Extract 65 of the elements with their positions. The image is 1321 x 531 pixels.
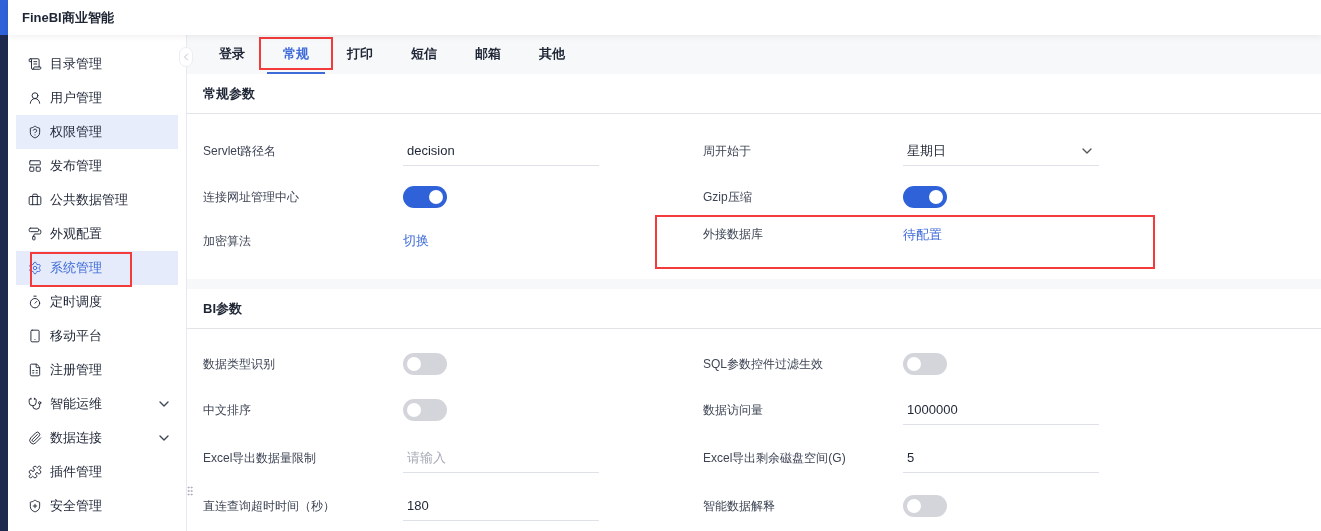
field-label: 加密算法 bbox=[203, 233, 252, 250]
tab[interactable]: 打印 bbox=[331, 35, 389, 74]
toggle-switch[interactable] bbox=[903, 353, 947, 375]
field-label: 直连查询超时时间（秒） bbox=[203, 498, 336, 515]
app-title: FineBI商业智能 bbox=[22, 8, 114, 27]
tab[interactable]: 短信 bbox=[395, 35, 453, 74]
input-field[interactable]: 180 bbox=[403, 491, 599, 521]
collapse-button[interactable] bbox=[179, 47, 193, 67]
toggle-switch[interactable] bbox=[903, 495, 947, 517]
link[interactable]: 待配置 bbox=[903, 225, 942, 245]
register-icon bbox=[28, 363, 42, 377]
field-label: 智能数据解释 bbox=[703, 498, 776, 515]
toggle-switch[interactable] bbox=[403, 186, 447, 208]
section-title: 常规参数 bbox=[203, 84, 255, 103]
drag-handle-icon[interactable] bbox=[184, 485, 196, 497]
timer-icon bbox=[28, 295, 42, 309]
field-label: 外接数据库 bbox=[703, 226, 764, 243]
field-label: Servlet路径名 bbox=[203, 143, 278, 160]
list-icon bbox=[28, 57, 42, 71]
puzzle-icon bbox=[28, 465, 42, 479]
phone-icon bbox=[28, 329, 42, 343]
sidebar-item[interactable]: 注册管理 bbox=[16, 353, 178, 387]
field-label: 中文排序 bbox=[203, 402, 252, 419]
select-field[interactable]: 星期日 bbox=[903, 136, 1099, 166]
sidebar-item[interactable]: 目录管理 bbox=[16, 47, 178, 81]
toggle-switch[interactable] bbox=[403, 353, 447, 375]
sidebar-item[interactable]: 系统管理 bbox=[16, 251, 178, 285]
sidebar-item[interactable]: 发布管理 bbox=[16, 149, 178, 183]
tab[interactable]: 其他 bbox=[523, 35, 581, 74]
stethoscope-icon bbox=[28, 397, 42, 411]
field-label: 周开始于 bbox=[703, 143, 752, 160]
sidebar-item[interactable]: 外观配置 bbox=[16, 217, 178, 251]
toggle-switch[interactable] bbox=[903, 186, 947, 208]
input-field[interactable]: 1000000 bbox=[903, 395, 1099, 425]
sidebar-item[interactable]: 公共数据管理 bbox=[16, 183, 178, 217]
field-label: 数据类型识别 bbox=[203, 356, 276, 373]
shield-icon bbox=[28, 125, 42, 139]
field-label: 连接网址管理中心 bbox=[203, 189, 300, 206]
shield-plus-icon bbox=[28, 499, 42, 513]
toggle-switch[interactable] bbox=[403, 399, 447, 421]
field-label: 数据访问量 bbox=[703, 402, 764, 419]
field-label: Gzip压缩 bbox=[703, 189, 753, 206]
user-icon bbox=[28, 91, 42, 105]
field-label: Excel导出剩余磁盘空间(G) bbox=[703, 450, 847, 467]
section-title: BI参数 bbox=[203, 299, 242, 318]
field-label: Excel导出数据量限制 bbox=[203, 450, 318, 467]
settings-icon bbox=[28, 261, 42, 275]
sidebar-item[interactable]: 用户管理 bbox=[16, 81, 178, 115]
paperclip-icon bbox=[28, 431, 42, 445]
sidebar-item[interactable]: 定时调度 bbox=[16, 285, 178, 319]
field-label: SQL参数控件过滤生效 bbox=[703, 356, 824, 373]
sidebar-item[interactable]: 移动平台 bbox=[16, 319, 178, 353]
sidebar-item[interactable]: 插件管理 bbox=[16, 455, 178, 489]
paint-roller-icon bbox=[28, 227, 42, 241]
layout-icon bbox=[28, 159, 42, 173]
input-field[interactable]: decision bbox=[403, 136, 599, 166]
sidebar-item[interactable]: 权限管理 bbox=[16, 115, 178, 149]
tab[interactable]: 邮箱 bbox=[459, 35, 517, 74]
input-field[interactable]: 5 bbox=[903, 443, 1099, 473]
sidebar-item[interactable]: 智能运维 bbox=[16, 387, 178, 421]
tab[interactable]: 登录 bbox=[203, 35, 261, 74]
sidebar-item[interactable]: 数据连接 bbox=[16, 421, 178, 455]
sidebar-item[interactable]: 安全管理 bbox=[16, 489, 178, 523]
briefcase-icon bbox=[28, 193, 42, 207]
link[interactable]: 切换 bbox=[403, 231, 429, 251]
